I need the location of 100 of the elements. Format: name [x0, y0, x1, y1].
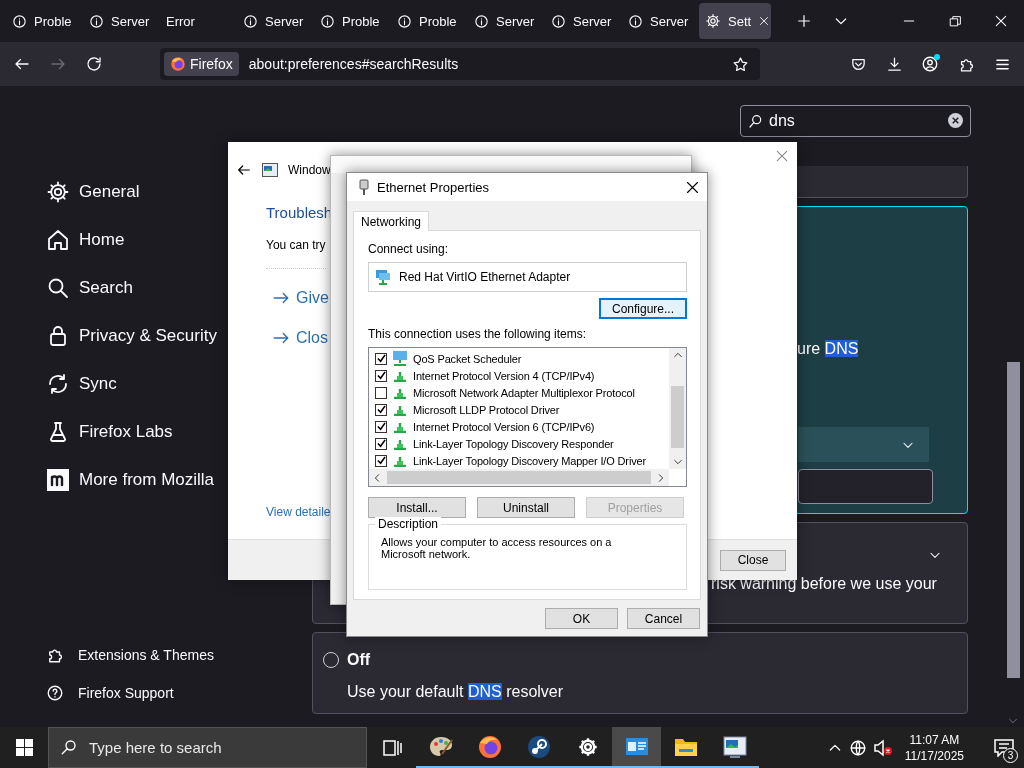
network-computer-icon: [392, 351, 408, 366]
browser-tab[interactable]: Sett: [699, 3, 771, 39]
dialog-button[interactable]: Cancel: [627, 608, 700, 629]
grid-icon: [15, 739, 33, 756]
puzzle-icon: [46, 646, 64, 664]
sidebar-item[interactable]: Search: [46, 264, 133, 312]
sidebar-item[interactable]: General: [46, 168, 140, 216]
gear-icon: [576, 735, 599, 758]
browser-tab[interactable]: Proble: [391, 3, 463, 39]
description-text: Allows your computer to access resources on a Microsoft network.: [381, 536, 613, 560]
item-checkbox[interactable]: [375, 369, 387, 382]
sidebar-item[interactable]: More from Mozilla: [46, 456, 215, 504]
dialog-tab[interactable]: Networking: [353, 211, 430, 231]
sidebar-link[interactable]: Firefox Support: [46, 674, 174, 712]
search-icon: [60, 738, 78, 756]
option-label: Off: [347, 651, 371, 669]
task-view-icon: [381, 737, 402, 758]
address-bar[interactable]: Firefox about:preferences#searchResults: [160, 48, 760, 80]
globe-icon[interactable]: [848, 738, 867, 757]
protocol-icon: [392, 369, 408, 382]
message-icon: [994, 738, 1014, 757]
scrollbar-thumb[interactable]: [1007, 362, 1020, 678]
protocol-icon: [392, 420, 408, 433]
network-adapter-icon: [375, 269, 391, 285]
sidebar-link[interactable]: Extensions & Themes: [46, 636, 214, 674]
close-icon: [775, 149, 789, 163]
gear-icon: [46, 180, 70, 204]
sidebar-item[interactable]: Sync: [46, 360, 117, 408]
sync-icon: [46, 372, 70, 396]
item-checkbox[interactable]: [375, 454, 387, 467]
network-window-icon: [262, 163, 278, 177]
item-label: Internet Protocol Version 6 (TCP/IPv6): [413, 420, 595, 433]
dialog-button[interactable]: OK: [545, 608, 618, 629]
dns-input-field[interactable]: [798, 469, 933, 504]
window-title: Ethernet Properties: [377, 179, 489, 195]
item-checkbox[interactable]: [375, 386, 387, 399]
chevron-down-icon: [672, 457, 683, 467]
sidebar-item[interactable]: Privacy & Security: [46, 312, 217, 360]
action-button[interactable]: Uninstall: [477, 497, 575, 518]
taskbar-search-field[interactable]: Type here to search: [48, 727, 367, 768]
item-checkbox[interactable]: [375, 403, 387, 416]
option-link[interactable]: Clos: [272, 329, 328, 347]
home-icon: [46, 228, 70, 252]
browser-tab[interactable]: Error: [160, 3, 232, 39]
speaker-muted-icon[interactable]: [872, 738, 893, 757]
item-label: Microsoft Network Adapter Multiplexor Protocol: [413, 386, 635, 399]
info-icon: [243, 13, 258, 29]
vertical-scrollbar[interactable]: [669, 348, 686, 469]
browser-tab[interactable]: Proble: [314, 3, 386, 39]
search-icon: [748, 113, 764, 129]
firefox-icon: [170, 56, 186, 72]
protocol-icon: [392, 437, 408, 450]
sidebar-item[interactable]: Firefox Labs: [46, 408, 173, 456]
monitor-icon: [721, 734, 748, 759]
reload-icon: [85, 55, 103, 73]
browser-tab[interactable]: Proble: [6, 3, 78, 39]
help-icon: [46, 684, 64, 702]
firefox-icon: [476, 733, 503, 760]
browser-tab[interactable]: Server: [545, 3, 617, 39]
item-label: Link-Layer Topology Discovery Responder: [413, 437, 614, 450]
chevron-left-icon: [372, 472, 382, 483]
horizontal-scrollbar[interactable]: [369, 469, 669, 486]
browser-tab[interactable]: Server: [237, 3, 309, 39]
taskbar-app[interactable]: [612, 727, 661, 768]
option-description: ure DNS: [797, 340, 859, 358]
plus-icon: [796, 13, 812, 29]
option-description: Use your default DNS resolver: [347, 683, 565, 701]
close-button[interactable]: Close: [720, 549, 786, 571]
browser-tab[interactable]: Server: [83, 3, 155, 39]
browser-tab[interactable]: Server: [622, 3, 694, 39]
clock[interactable]: 11:07 AM 11/17/2025: [904, 731, 964, 764]
info-icon: [551, 13, 566, 29]
details-link[interactable]: View detaile: [266, 505, 331, 519]
restore-icon: [948, 14, 962, 28]
item-checkbox[interactable]: [375, 352, 387, 365]
arrow-left-icon[interactable]: [236, 162, 252, 178]
action-button[interactable]: Install...: [368, 497, 466, 518]
scroll-down-icon: [1008, 716, 1018, 726]
list-label: This connection uses the following items:: [368, 327, 588, 341]
info-icon: [474, 13, 489, 29]
configure-button[interactable]: Configure...: [599, 298, 687, 319]
identity-chip[interactable]: Firefox: [164, 52, 239, 76]
info-icon: [89, 13, 104, 29]
info-icon: [628, 13, 643, 29]
info-icon: [320, 13, 335, 29]
protocol-icon: [392, 403, 408, 416]
item-label: Microsoft LLDP Protocol Driver: [413, 403, 560, 416]
notifications-button[interactable]: 3: [984, 727, 1024, 768]
close-icon[interactable]: [758, 15, 771, 27]
sidebar-item[interactable]: Home: [46, 216, 125, 264]
browser-tab[interactable]: Server: [468, 3, 540, 39]
option-link[interactable]: Give: [272, 289, 329, 307]
account-icon: [921, 55, 939, 73]
network-cable-icon: [359, 178, 369, 196]
search-icon: [46, 276, 70, 300]
search-field[interactable]: dns: [740, 105, 971, 137]
item-checkbox[interactable]: [375, 420, 387, 433]
info-icon: [397, 13, 412, 29]
protocol-icon: [392, 454, 408, 467]
item-checkbox[interactable]: [375, 437, 387, 450]
